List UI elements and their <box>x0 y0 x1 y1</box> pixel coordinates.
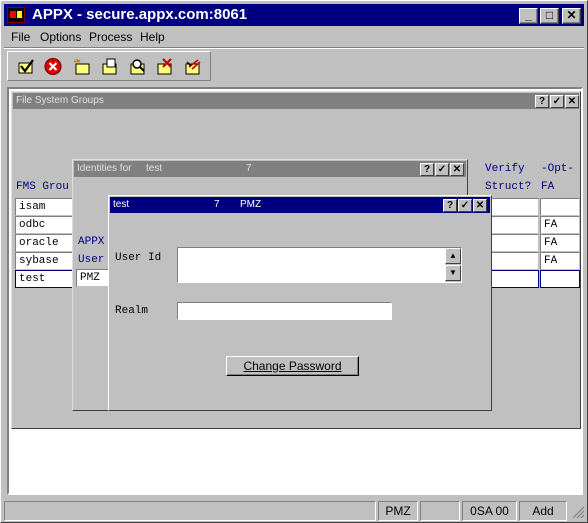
fsg-row-name[interactable]: odbc <box>15 216 76 234</box>
detail-title-user: PMZ <box>240 199 262 210</box>
fsg-row-name[interactable]: isam <box>15 198 76 216</box>
fsg-row-name-selected[interactable]: test <box>15 270 76 288</box>
menu-separator <box>4 47 584 49</box>
window-titlebar[interactable]: APPX - secure.appx.com:8061 _ □ ✕ <box>4 4 584 26</box>
maximize-button[interactable]: □ <box>540 8 559 24</box>
detail-title-group: test <box>113 199 130 210</box>
fsg-help-button[interactable]: ? <box>535 95 549 108</box>
resize-grip-icon[interactable] <box>569 503 585 519</box>
realm-label: Realm <box>115 305 149 317</box>
identities-help-button[interactable]: ? <box>420 163 434 176</box>
workspace: File System Groups ? ✓ ✕ FMS Grou Verify… <box>7 87 583 495</box>
delete-record-icon[interactable] <box>155 57 175 76</box>
identities-close-button[interactable]: ✕ <box>450 163 464 176</box>
menu-options[interactable]: Options <box>40 30 81 44</box>
close-button[interactable]: ✕ <box>562 8 581 24</box>
detail-close-button[interactable]: ✕ <box>473 199 487 212</box>
verify-checkbox[interactable] <box>485 198 539 216</box>
identities-titlebar[interactable]: Identities for test 7 ? ✓ ✕ <box>74 161 466 177</box>
menu-file[interactable]: File <box>11 30 30 44</box>
fsg-ok-button[interactable]: ✓ <box>550 95 564 108</box>
ok-check-icon[interactable] <box>16 57 36 76</box>
detail-ok-button[interactable]: ✓ <box>458 199 472 212</box>
opt-cell[interactable]: FA <box>540 234 580 252</box>
opt-cell[interactable] <box>540 270 580 288</box>
fsg-row-name[interactable]: sybase <box>15 252 76 270</box>
detail-help-button[interactable]: ? <box>443 199 457 212</box>
fsg-title: File System Groups <box>16 95 104 106</box>
menu-process[interactable]: Process <box>89 30 132 44</box>
open-record-icon[interactable] <box>100 57 120 76</box>
clear-record-icon[interactable] <box>183 57 203 76</box>
identities-appx-header: APPX <box>78 236 105 248</box>
identities-ok-button[interactable]: ✓ <box>435 163 449 176</box>
identities-title-number: 7 <box>246 163 252 174</box>
opt-header-2: FA <box>541 181 555 193</box>
appx-logo-icon[interactable] <box>7 7 25 23</box>
identities-title-group: test <box>146 163 163 174</box>
identities-user-header: User <box>78 254 105 266</box>
fsg-row-name[interactable]: oracle <box>15 234 76 252</box>
status-message <box>4 501 376 521</box>
status-blank <box>420 501 460 521</box>
scroll-up-icon[interactable]: ▲ <box>445 248 461 264</box>
fsg-titlebar[interactable]: File System Groups ? ✓ ✕ <box>13 93 579 109</box>
status-app: 0SA 00 <box>462 501 517 521</box>
verify-checkbox[interactable] <box>485 216 539 234</box>
toolbar <box>7 51 211 81</box>
verify-header-1: Verify <box>485 163 525 175</box>
opt-cell[interactable]: FA <box>540 216 580 234</box>
fsg-close-button[interactable]: ✕ <box>565 95 579 108</box>
opt-cell[interactable] <box>540 198 580 216</box>
identities-title-prefix: Identities for <box>77 163 132 174</box>
menu-help[interactable]: Help <box>140 30 165 44</box>
window-title: APPX - secure.appx.com:8061 <box>32 6 248 23</box>
scroll-down-icon[interactable]: ▼ <box>445 265 461 281</box>
verify-checkbox[interactable] <box>485 270 539 288</box>
minimize-button[interactable]: _ <box>519 8 538 24</box>
detail-titlebar[interactable]: test 7 PMZ ? ✓ ✕ <box>110 197 490 213</box>
change-password-label: Change Password <box>243 359 342 373</box>
cancel-icon[interactable] <box>43 57 63 76</box>
user-id-scrollbar[interactable]: ▲ ▼ <box>445 248 461 282</box>
detail-title-number: 7 <box>214 199 220 210</box>
opt-cell[interactable]: FA <box>540 252 580 270</box>
verify-checkbox[interactable] <box>485 234 539 252</box>
opt-header-1: -Opt- <box>541 163 575 175</box>
verify-checkbox[interactable] <box>485 252 539 270</box>
status-user: PMZ <box>378 501 418 521</box>
user-id-label: User Id <box>115 252 162 264</box>
identity-detail-window: test 7 PMZ ? ✓ ✕ User Id ▲ ▼ Realm Chang… <box>108 195 492 411</box>
change-password-button[interactable]: Change Password <box>226 356 359 376</box>
app-window: APPX - secure.appx.com:8061 _ □ ✕ File O… <box>0 0 588 523</box>
new-record-icon[interactable] <box>72 57 92 76</box>
find-record-icon[interactable] <box>128 57 148 76</box>
verify-header-2: Struct? <box>485 181 532 193</box>
fms-group-header: FMS Grou <box>16 181 69 193</box>
realm-field[interactable] <box>177 302 392 320</box>
user-id-field[interactable]: ▲ ▼ <box>177 247 462 283</box>
menu-bar: File Options Process Help <box>4 28 584 47</box>
identities-user-cell[interactable]: PMZ <box>76 269 110 287</box>
status-mode: Add <box>519 501 567 521</box>
